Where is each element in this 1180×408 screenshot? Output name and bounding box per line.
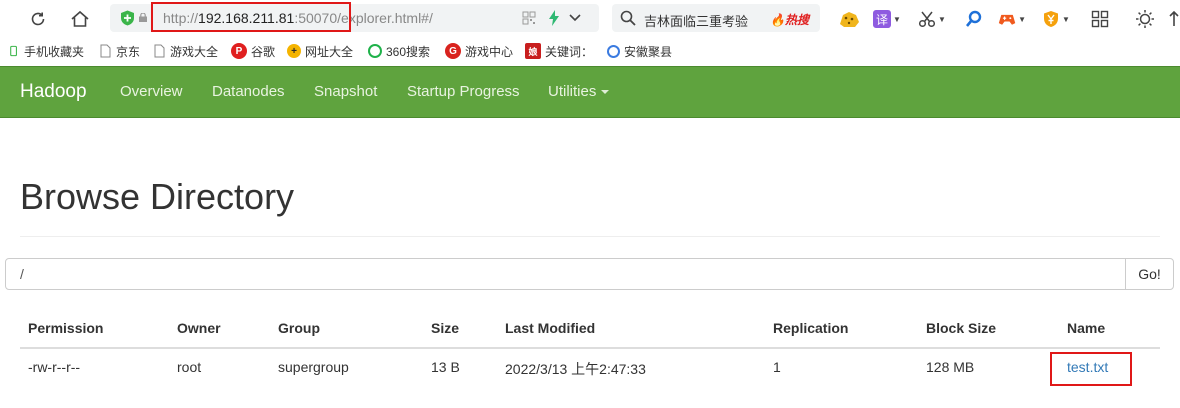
col-replication[interactable]: Replication bbox=[773, 320, 848, 336]
shield-icon bbox=[121, 10, 134, 26]
reload-button[interactable] bbox=[26, 7, 50, 31]
bookmark-label: 手机收藏夹 bbox=[24, 44, 85, 59]
brand-logo-text[interactable]: Hadoop bbox=[20, 81, 87, 103]
flame-icon: 🔥 bbox=[770, 13, 785, 27]
earth-icon bbox=[607, 44, 620, 58]
leopard-icon bbox=[840, 12, 859, 27]
cell-owner: root bbox=[177, 359, 202, 375]
bookmark-keywords[interactable]: 娘 关键词： bbox=[525, 43, 593, 59]
bookmark-web-nav[interactable]: + 网址大全 bbox=[287, 43, 353, 59]
col-owner[interactable]: Owner bbox=[177, 320, 221, 336]
hadoop-navbar: Hadoop Overview Datanodes Snapshot Start… bbox=[0, 66, 1180, 118]
filename-highlight-box bbox=[1050, 352, 1132, 386]
bookmark-google[interactable]: P 谷歌 bbox=[231, 43, 275, 59]
grid-icon bbox=[1091, 10, 1109, 28]
cell-group: supergroup bbox=[278, 359, 349, 375]
lock-icon bbox=[139, 13, 147, 22]
sun-icon bbox=[1136, 10, 1154, 28]
bookmark-game-center[interactable]: G 游戏中心 bbox=[445, 43, 513, 59]
web-nav-icon: + bbox=[287, 44, 301, 58]
caret-down-icon bbox=[601, 90, 610, 95]
bookmark-label: 安徽聚县 bbox=[624, 44, 673, 59]
google-icon: P bbox=[231, 43, 247, 59]
bookmark-anhui[interactable]: 安徽聚县 bbox=[607, 43, 672, 59]
caret-icon: ▼ bbox=[893, 14, 901, 24]
bookmark-games[interactable]: 游戏大全 bbox=[152, 43, 218, 59]
bookmark-label: 360搜索 bbox=[386, 44, 431, 59]
hot-search-text: 热搜 bbox=[784, 13, 809, 27]
bookmark-label: 游戏中心 bbox=[465, 44, 514, 59]
chevron-down-icon[interactable] bbox=[568, 12, 582, 24]
apps-grid-button[interactable] bbox=[1086, 7, 1114, 31]
go-button[interactable]: Go! bbox=[1125, 258, 1174, 290]
nav-overview[interactable]: Overview bbox=[120, 83, 183, 100]
title-divider bbox=[20, 236, 1160, 237]
url-path: /explorer.html#/ bbox=[337, 10, 433, 26]
nav-startup-progress[interactable]: Startup Progress bbox=[407, 83, 520, 100]
leopard-extension-button[interactable] bbox=[835, 7, 863, 31]
qr-code-icon[interactable] bbox=[522, 11, 536, 25]
directory-path-input[interactable] bbox=[5, 258, 1126, 290]
scissors-icon bbox=[918, 11, 936, 28]
translate-icon: 译 bbox=[873, 10, 892, 28]
col-size[interactable]: Size bbox=[431, 320, 459, 336]
lightning-icon[interactable] bbox=[548, 10, 560, 26]
game-center-icon: G bbox=[445, 43, 461, 59]
more-button[interactable] bbox=[1166, 7, 1180, 31]
col-block-size[interactable]: Block Size bbox=[926, 320, 996, 336]
page-icon bbox=[100, 44, 111, 58]
caret-icon: ▼ bbox=[1018, 14, 1026, 24]
caret-icon: ▼ bbox=[938, 14, 946, 24]
brightness-button[interactable] bbox=[1131, 7, 1159, 31]
bookmark-phone-favorites[interactable]: 手机收藏夹 bbox=[10, 43, 84, 59]
cell-size: 13 B bbox=[431, 359, 460, 375]
bookmark-label: 京东 bbox=[116, 44, 141, 59]
search-box[interactable]: 吉林面临三重考验 🔥热搜 bbox=[612, 4, 820, 32]
bookmark-label: 游戏大全 bbox=[170, 44, 219, 59]
cell-permission: -rw-r--r-- bbox=[28, 359, 81, 375]
col-name[interactable]: Name bbox=[1067, 320, 1105, 336]
bookmark-360-search[interactable]: 360搜索 bbox=[368, 43, 430, 59]
cell-last-modified: 2022/3/13 上午2:47:33 bbox=[505, 361, 646, 377]
translate-button[interactable]: 译 ▼ bbox=[873, 7, 901, 31]
col-permission[interactable]: Permission bbox=[28, 320, 103, 336]
reload-icon bbox=[31, 12, 45, 26]
search-icon bbox=[620, 10, 636, 26]
magnifier-icon bbox=[965, 10, 982, 27]
nav-utilities-label: Utilities bbox=[548, 83, 597, 100]
bookmark-label: 网址大全 bbox=[305, 44, 354, 59]
nav-datanodes[interactable]: Datanodes bbox=[212, 83, 285, 100]
keyword-icon: 娘 bbox=[525, 43, 541, 59]
col-group[interactable]: Group bbox=[278, 320, 320, 336]
bookmark-jd[interactable]: 京东 bbox=[98, 43, 140, 59]
col-last-modified[interactable]: Last Modified bbox=[505, 320, 595, 336]
bookmark-label: 谷歌 bbox=[251, 44, 276, 59]
page-icon bbox=[154, 44, 165, 58]
search-suggestion: 吉林面临三重考验 bbox=[644, 14, 749, 29]
cell-replication: 1 bbox=[773, 359, 781, 375]
caret-icon: ▼ bbox=[1062, 14, 1070, 24]
address-highlight-box bbox=[151, 2, 351, 32]
phone-bookmark-icon bbox=[10, 45, 17, 57]
home-button[interactable] bbox=[68, 7, 92, 31]
nav-snapshot[interactable]: Snapshot bbox=[314, 83, 377, 100]
browser-toolbar: http://192.168.211.81:50070/explorer.htm… bbox=[0, 0, 1180, 37]
gamepad-icon bbox=[998, 14, 1016, 25]
partial-icon bbox=[1169, 10, 1179, 26]
coin-shield-icon bbox=[1044, 11, 1059, 27]
game-extension-button[interactable]: ▼ bbox=[998, 7, 1026, 31]
hot-search-label: 🔥热搜 bbox=[770, 11, 809, 28]
search-360-icon bbox=[368, 44, 382, 58]
bookmark-label: 关键词： bbox=[545, 44, 594, 59]
home-icon bbox=[71, 10, 89, 27]
screenshot-button[interactable]: ▼ bbox=[918, 7, 946, 31]
magnifier-extension-button[interactable] bbox=[960, 7, 988, 31]
wallet-extension-button[interactable]: ▼ bbox=[1042, 7, 1070, 31]
bookmarks-bar: 手机收藏夹 京东 游戏大全 P 谷歌 + 网址大全 360搜索 G 游戏中心 娘… bbox=[0, 37, 1180, 66]
cell-block-size: 128 MB bbox=[926, 359, 975, 375]
table-header-divider bbox=[20, 347, 1160, 349]
page-title: Browse Directory bbox=[20, 176, 295, 217]
nav-utilities[interactable]: Utilities bbox=[548, 83, 610, 100]
